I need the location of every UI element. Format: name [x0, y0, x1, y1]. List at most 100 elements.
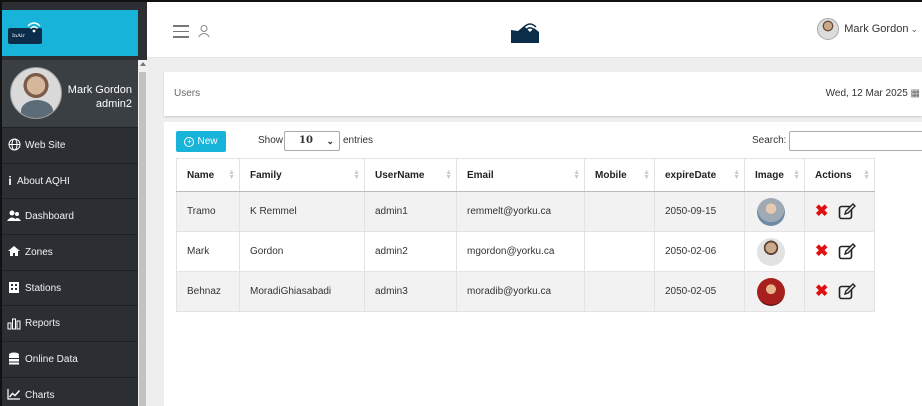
line-chart-icon: [6, 388, 22, 402]
column-header-username[interactable]: UserName ▲ ▼: [364, 158, 457, 192]
sidebar-item-label: Dashboard: [25, 211, 74, 223]
sort-icon: ▲ ▼: [573, 169, 580, 181]
cell-family: Gordon: [239, 231, 365, 272]
chevron-down-icon: ⌄: [326, 136, 334, 146]
cell-expire-date: 2050-02-05: [654, 271, 745, 312]
cell-name: Mark: [176, 231, 240, 272]
search-label: Search:: [752, 135, 787, 146]
globe-icon: [6, 138, 22, 152]
sort-icon: ▲ ▼: [228, 169, 235, 181]
column-header-name[interactable]: Name ▲ ▼: [176, 158, 240, 192]
sidebar-scrollbar[interactable]: [138, 60, 147, 406]
delete-icon[interactable]: ✖: [815, 203, 828, 220]
sidebar-item-online-data[interactable]: Online Data: [2, 342, 138, 378]
profile-role: admin2: [95, 98, 132, 110]
profile-name: Mark Gordon: [67, 84, 132, 96]
cell-username: admin2: [364, 231, 457, 272]
sidebar-item-reports[interactable]: Reports: [2, 306, 138, 343]
sidebar: InAir Mark Gordon admin2 Web Site i Abou…: [2, 2, 147, 406]
top-user-name: Mark Gordon: [844, 23, 909, 35]
delete-icon[interactable]: ✖: [815, 243, 828, 260]
hamburger-menu-icon[interactable]: [173, 25, 189, 38]
sidebar-profile: Mark Gordon admin2: [2, 60, 138, 128]
cell-name: Tramo: [176, 191, 240, 232]
scroll-thumb[interactable]: [139, 72, 146, 406]
plus-circle-icon: +: [184, 136, 195, 147]
new-user-button[interactable]: + New: [176, 131, 226, 152]
cell-mobile: [584, 231, 655, 272]
cell-expire-date: 2050-09-15: [654, 191, 745, 232]
sort-icon: ▲ ▼: [863, 169, 870, 181]
table-header-row: Name ▲ ▼ Family ▲ ▼ UserName ▲ ▼ Email ▲ ▼ Mobil…: [176, 158, 875, 192]
sort-icon: ▲ ▼: [793, 169, 800, 181]
cell-mobile: [584, 271, 655, 312]
column-header-family[interactable]: Family ▲ ▼: [239, 158, 365, 192]
date-display: Wed, 12 Mar 2025 ▦: [826, 88, 920, 99]
top-user-menu[interactable]: Mark Gordon ⌄: [817, 18, 918, 40]
scroll-up-arrow-icon[interactable]: [139, 62, 146, 66]
column-header-image[interactable]: Image ▲ ▼: [744, 158, 805, 192]
logo-text: InAir: [12, 33, 25, 39]
cell-email: moradib@yorku.ca: [456, 271, 585, 312]
avatar: [757, 277, 785, 306]
avatar: [757, 237, 785, 266]
user-icon[interactable]: [197, 24, 211, 38]
column-header-expiredate[interactable]: expireDate ▲ ▼: [654, 158, 745, 192]
cell-username: admin3: [364, 271, 457, 312]
column-header-email[interactable]: Email ▲ ▼: [456, 158, 585, 192]
sidebar-item-label: Web Site: [25, 139, 66, 151]
sort-icon: ▲ ▼: [643, 169, 650, 181]
center-logo-icon: [511, 23, 539, 43]
users-icon: [6, 210, 22, 224]
column-header-mobile[interactable]: Mobile ▲ ▼: [584, 158, 655, 192]
sidebar-item-label: About AQHI: [17, 175, 70, 187]
cell-family: K Remmel: [239, 191, 365, 232]
sidebar-item-web-site[interactable]: Web Site: [2, 128, 138, 164]
sidebar-item-about-aqhi[interactable]: i About AQHI: [2, 164, 138, 200]
sidebar-item-zones[interactable]: Zones: [2, 235, 138, 271]
new-button-label: New: [197, 136, 218, 147]
cell-mobile: [584, 191, 655, 232]
entries-label: entries: [343, 135, 374, 146]
sidebar-item-dashboard[interactable]: Dashboard: [2, 199, 138, 236]
sidebar-item-stations[interactable]: Stations: [2, 271, 138, 307]
sort-icon: ▲ ▼: [445, 169, 452, 181]
users-panel: + New Show 10 ⌄ entries Search: Name ▲ ▼ F…: [164, 122, 922, 406]
top-bar: Mark Gordon ⌄: [147, 2, 922, 58]
sidebar-logo[interactable]: InAir: [2, 10, 138, 56]
cell-expire-date: 2050-02-06: [654, 231, 745, 272]
home-icon: [6, 245, 22, 259]
chevron-down-icon: ⌄: [910, 23, 918, 34]
table-row: Behnaz MoradiGhiasabadi admin3 moradib@y…: [176, 271, 875, 312]
cell-name: Behnaz: [176, 271, 240, 312]
edit-icon[interactable]: [838, 202, 857, 221]
cell-actions: ✖: [804, 191, 875, 232]
search-input[interactable]: [789, 131, 922, 151]
users-table: Name ▲ ▼ Family ▲ ▼ UserName ▲ ▼ Email ▲ ▼ Mobil…: [176, 158, 875, 312]
logo-icon: InAir: [8, 22, 42, 44]
delete-icon[interactable]: ✖: [815, 283, 828, 300]
column-header-actions[interactable]: Actions ▲ ▼: [804, 158, 875, 192]
sidebar-item-label: Stations: [25, 282, 62, 294]
info-icon: i: [8, 174, 12, 189]
entries-value: 10: [299, 135, 313, 146]
avatar: [757, 197, 785, 226]
sidebar-item-label: Online Data: [25, 353, 78, 365]
edit-icon[interactable]: [838, 242, 857, 261]
breadcrumb-bar: Users Wed, 12 Mar 2025 ▦: [164, 72, 922, 116]
table-row: Tramo K Remmel admin1 remmelt@yorku.ca 2…: [176, 191, 875, 232]
avatar: [817, 18, 840, 40]
cell-actions: ✖: [804, 231, 875, 272]
sidebar-item-label: Charts: [25, 389, 55, 401]
cell-family: MoradiGhiasabadi: [239, 271, 365, 312]
sidebar-nav: Web Site i About AQHI Dashboard Zones St…: [2, 128, 138, 406]
database-icon: [6, 352, 22, 366]
sidebar-item-charts[interactable]: Charts: [2, 378, 138, 406]
calendar-icon: ▦: [910, 88, 920, 99]
table-row: Mark Gordon admin2 mgordon@yorku.ca 2050…: [176, 231, 875, 272]
cell-actions: ✖: [804, 271, 875, 312]
entries-select[interactable]: 10 ⌄: [284, 131, 340, 151]
cell-image: [744, 271, 805, 312]
edit-icon[interactable]: [838, 282, 857, 301]
cell-image: [744, 191, 805, 232]
